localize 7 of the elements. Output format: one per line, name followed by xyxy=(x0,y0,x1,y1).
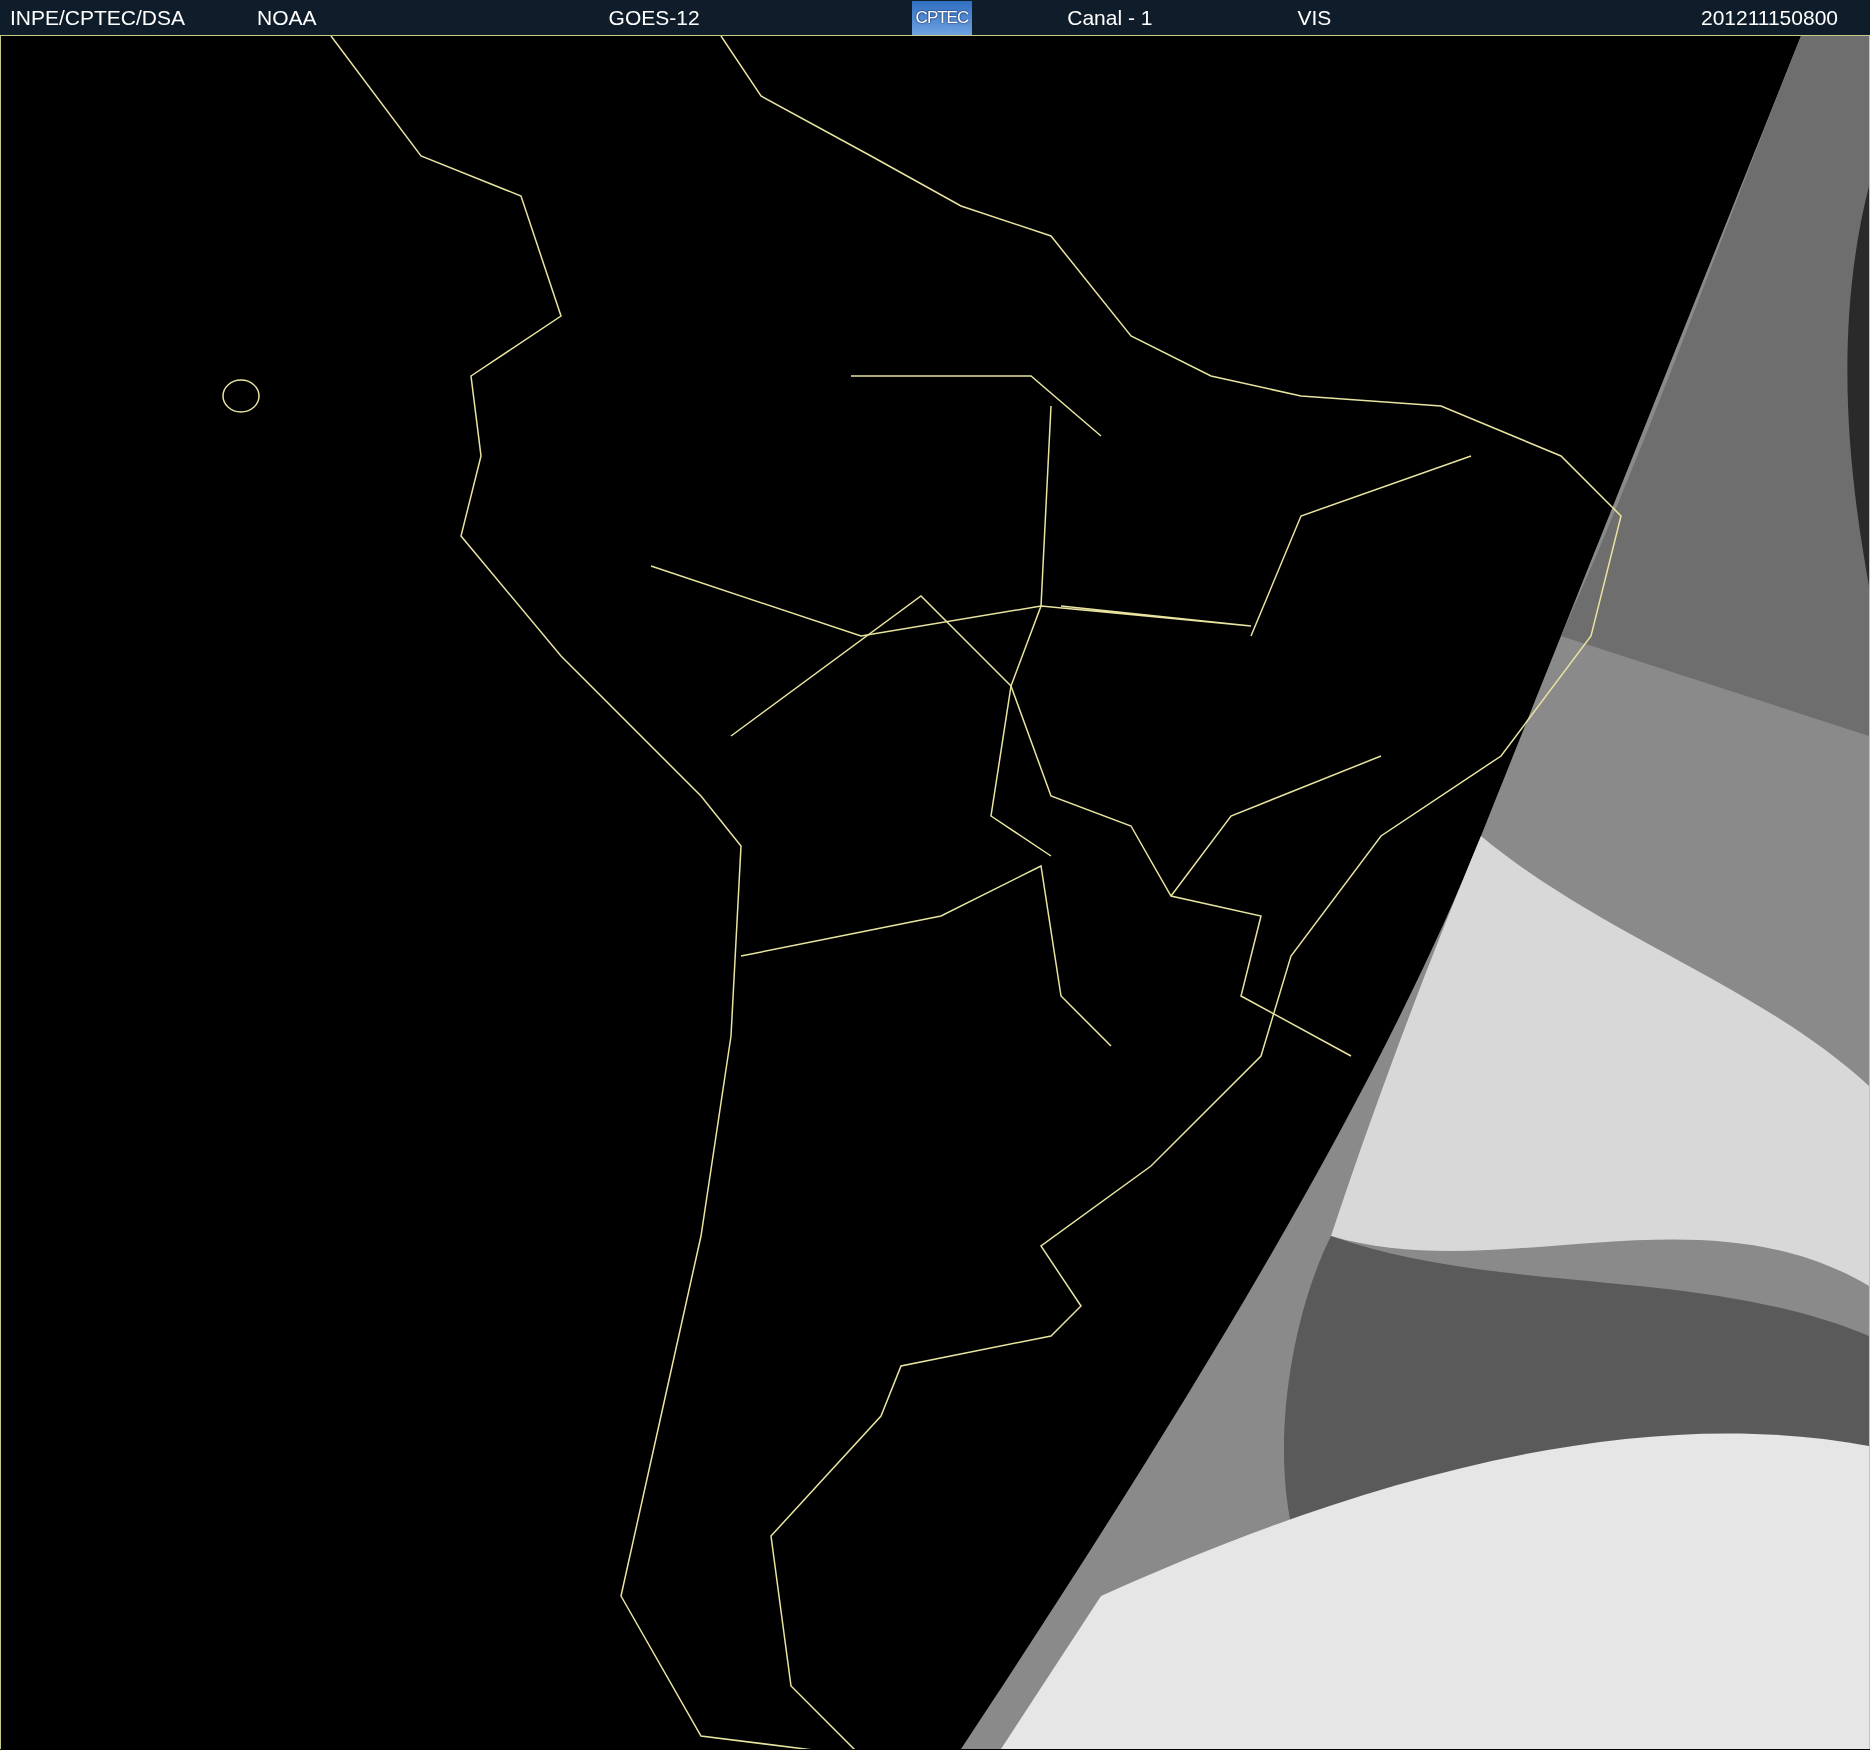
channel-label: Canal - 1 xyxy=(1067,4,1153,31)
timestamp-label: 201211150800 xyxy=(1700,4,1838,31)
logo: CPTEC xyxy=(911,0,973,35)
agency-label: INPE/CPTEC/DSA xyxy=(10,4,186,31)
source-label: NOAA xyxy=(257,4,317,31)
band-label: VIS xyxy=(1297,4,1332,31)
satellite-label: GOES-12 xyxy=(608,4,700,31)
